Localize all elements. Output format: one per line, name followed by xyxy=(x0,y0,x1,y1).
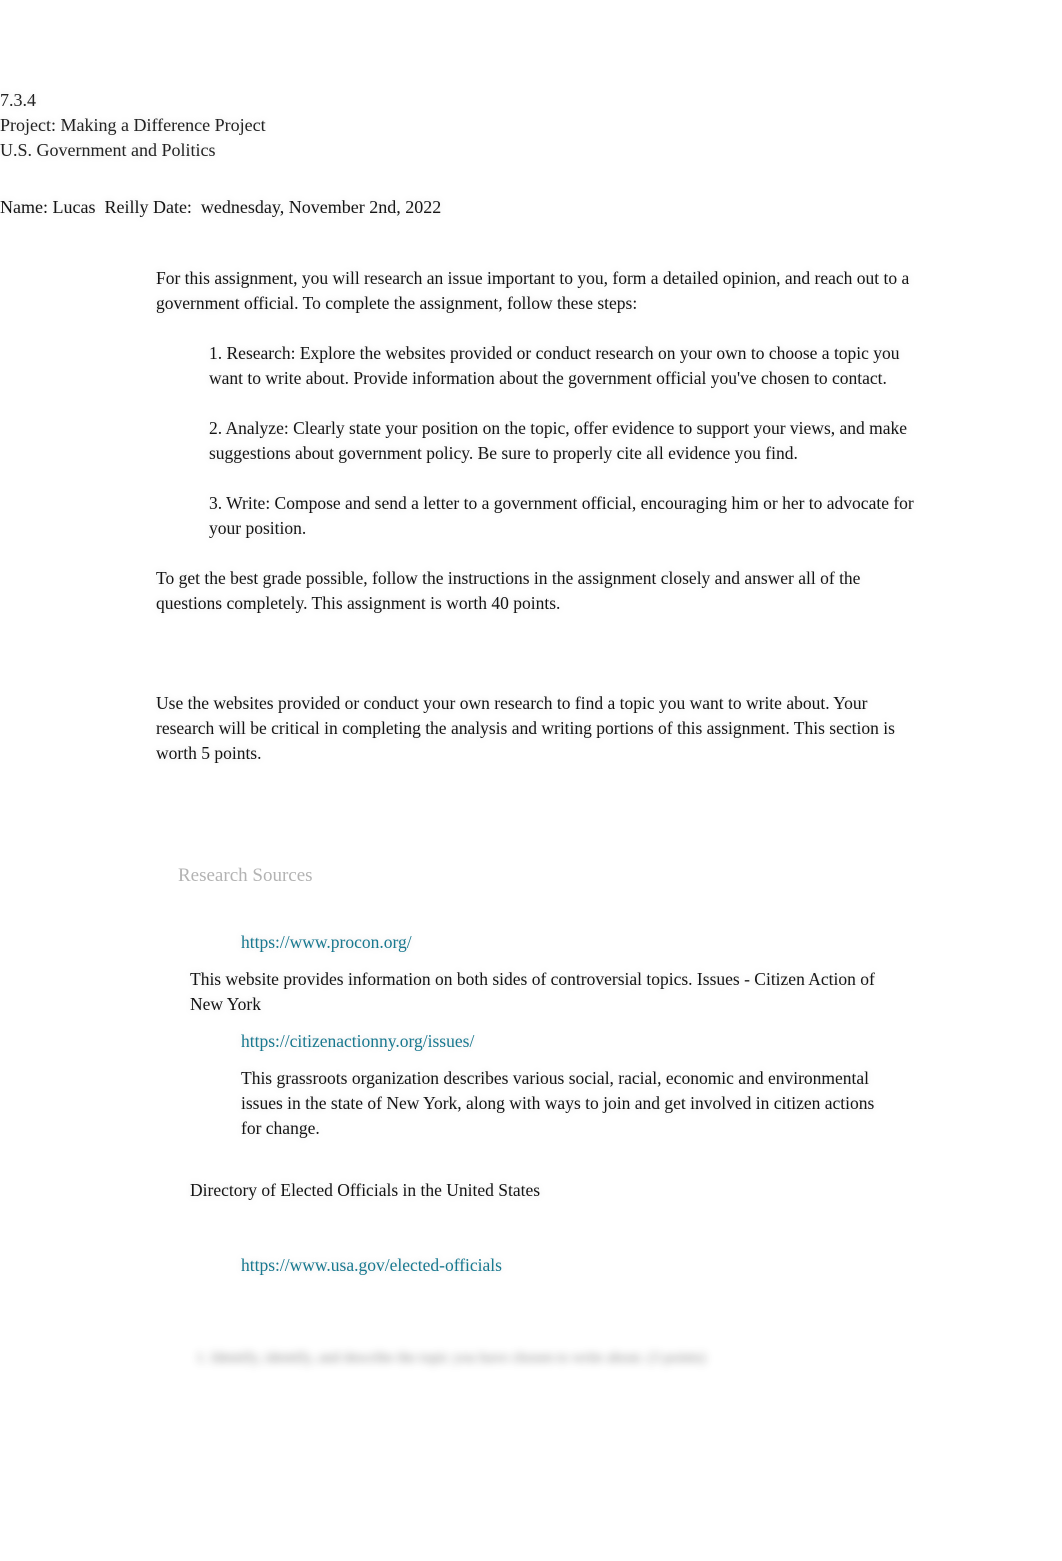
project-title: Project: Making a Difference Project xyxy=(0,115,266,135)
document-page: 7.3.4 Project: Making a Difference Proje… xyxy=(0,0,1062,1561)
blurred-question-line: 1. Identify, identify, and describe the … xyxy=(196,1350,706,1366)
unit-number: 7.3.4 xyxy=(0,90,36,110)
course-name: U.S. Government and Politics xyxy=(0,140,216,160)
research-sources-heading: Research Sources xyxy=(178,865,313,886)
step-item-write: 3. Write: Compose and send a letter to a… xyxy=(209,493,914,538)
step-item-research: 1. Research: Explore the websites provid… xyxy=(209,343,900,388)
research-section-paragraph: Use the websites provided or conduct you… xyxy=(156,693,895,763)
step-item-analyze: 2. Analyze: Clearly state your position … xyxy=(209,418,908,463)
assignment-body: For this assignment, you will research a… xyxy=(156,266,926,766)
research-sources-list: https://www.procon.org/ This website pro… xyxy=(0,930,1062,1278)
name-and-date-line: Name: Lucas Reilly Date: wednesday, Nove… xyxy=(0,197,442,217)
steps-list: 1. Research: Explore the websites provid… xyxy=(156,341,926,541)
source-title-elected-officials: Directory of Elected Officials in the Un… xyxy=(190,1180,541,1200)
source-link-citizenactionny[interactable]: https://citizenactionny.org/issues/ xyxy=(241,1029,1062,1054)
source-link-procon[interactable]: https://www.procon.org/ xyxy=(241,930,1062,955)
source-link-usa-gov-elected-officials[interactable]: https://www.usa.gov/elected-officials xyxy=(241,1253,1062,1278)
source-description-procon: This website provides information on bot… xyxy=(190,969,875,1014)
grading-paragraph: To get the best grade possible, follow t… xyxy=(156,568,861,613)
intro-paragraph: For this assignment, you will research a… xyxy=(156,268,910,313)
source-description-citizenactionny: This grassroots organization describes v… xyxy=(241,1068,875,1138)
document-header: 7.3.4 Project: Making a Difference Proje… xyxy=(0,88,700,163)
